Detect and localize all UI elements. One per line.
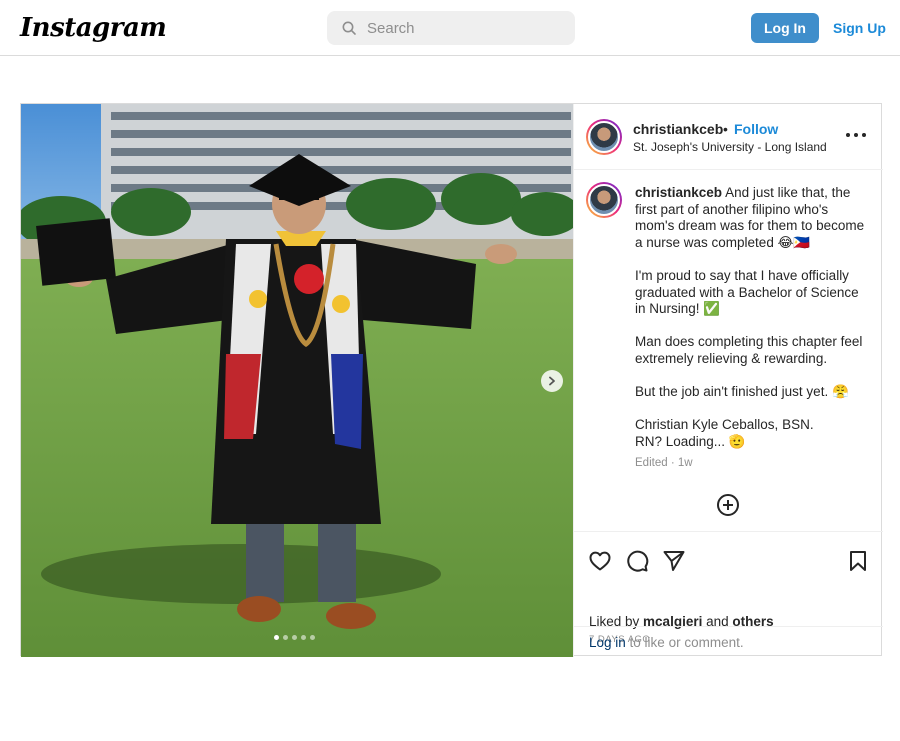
log-in-link[interactable]: Log in [589,635,626,650]
carousel-next-button[interactable] [541,370,563,392]
post-caption: christiankceb And just like that, the fi… [635,185,871,467]
post-photo [21,104,573,657]
carousel-dot[interactable] [310,635,315,640]
login-prompt: Log in to like or comment. [574,626,883,657]
header-separator: • [723,121,728,137]
meta-dot: · [670,457,675,469]
post-location[interactable]: St. Joseph's University - Long Island [633,140,827,154]
top-navigation-bar: Instagram Log In Sign Up [0,0,900,56]
post-media[interactable] [21,104,573,657]
post-age: 1w [677,457,693,469]
caption-meta: Edited · 1w [635,457,693,469]
caption-text: I'm proud to say that I have officially … [635,267,859,317]
paper-plane-icon[interactable] [662,549,686,573]
author-username[interactable]: christiankceb [633,121,723,137]
comment-icon[interactable] [625,549,649,573]
edited-label: Edited [635,457,668,469]
heart-icon[interactable] [588,549,612,573]
carousel-dot[interactable] [301,635,306,640]
post-header: christiankceb • Follow St. Joseph's Univ… [574,104,883,170]
carousel-dots [274,635,315,640]
search-input[interactable] [367,19,557,37]
carousel-dot[interactable] [283,635,288,640]
caption-username[interactable]: christiankceb [635,185,722,200]
post-sidebar: christiankceb • Follow St. Joseph's Univ… [573,104,883,657]
log-in-button[interactable]: Log In [751,13,819,43]
caption-text: Man does completing this chapter feel ex… [635,334,863,366]
search-icon [342,21,356,35]
carousel-dot[interactable] [274,635,279,640]
post-card: christiankceb • Follow St. Joseph's Univ… [20,103,883,657]
search-box[interactable] [327,11,575,45]
instagram-logo[interactable]: Instagram [20,13,167,43]
sign-up-link[interactable]: Sign Up [833,20,886,36]
plus-circle-icon[interactable] [716,493,740,517]
login-prompt-text: to like or comment. [625,635,744,650]
bookmark-icon[interactable] [846,549,870,573]
chevron-right-icon [549,376,555,386]
carousel-dot[interactable] [292,635,297,640]
caption-text: But the job ain't finished just yet. 😤 [635,384,849,400]
caption-avatar[interactable] [586,182,622,218]
author-avatar[interactable] [586,119,622,155]
caption-text: Christian Kyle Ceballos, BSN. RN? Loadin… [635,417,814,449]
follow-button[interactable]: Follow [734,121,778,137]
more-options-icon[interactable] [846,127,866,143]
